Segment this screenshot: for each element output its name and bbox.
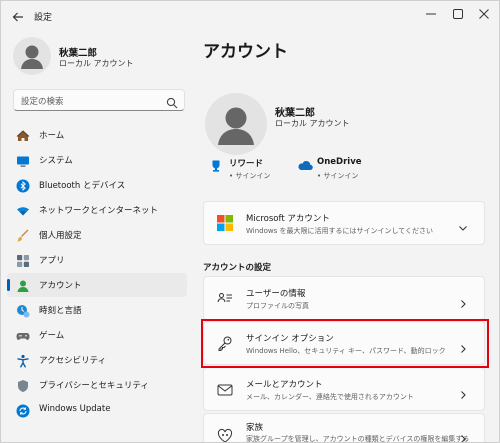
close-icon[interactable]: [469, 5, 499, 23]
sidebar-item-network[interactable]: ネットワークとインターネット: [7, 198, 187, 222]
accessibility-icon: [16, 353, 30, 368]
avatar: [13, 37, 51, 75]
microsoft-logo-icon: [217, 215, 233, 231]
microsoft-account-card[interactable]: Microsoft アカウント Windows を最大限に活用するにはサインイン…: [203, 201, 485, 245]
sidebar-item-label: ホーム: [39, 131, 65, 141]
email-accounts-card[interactable]: メールとアカウント メール、カレンダー、連絡先で使用されるアカウント: [203, 367, 485, 411]
minimize-icon[interactable]: [416, 5, 446, 23]
gamepad-icon: [16, 328, 30, 342]
sidebar-item-label: ネットワークとインターネット: [39, 206, 159, 216]
cloud-icon: [297, 158, 313, 172]
mail-icon: [217, 382, 233, 398]
wifi-icon: [16, 203, 30, 217]
card-title: ユーザーの情報: [246, 289, 306, 299]
bluetooth-icon: [16, 178, 30, 193]
sidebar-item-label: 時刻と言語: [39, 306, 82, 316]
sidebar-item-privacy[interactable]: プライバシーとセキュリティ: [7, 373, 187, 397]
brush-icon: [16, 228, 30, 242]
avatar: [205, 93, 267, 155]
sidebar-item-label: アプリ: [39, 256, 65, 266]
sidebar-item-label: アカウント: [39, 281, 82, 291]
sidebar-item-gaming[interactable]: ゲーム: [7, 323, 187, 347]
card-description: メール、カレンダー、連絡先で使用されるアカウント: [246, 393, 414, 401]
window-title: 設定: [34, 13, 53, 23]
active-indicator: [7, 279, 10, 291]
card-description: 家族グループを管理し、アカウントの種類とデバイスの権限を編集する: [246, 435, 470, 443]
service-name: リワード: [229, 159, 264, 169]
sidebar-item-windows-update[interactable]: Windows Update: [7, 398, 187, 422]
account-icon: [16, 278, 30, 292]
chevron-right-icon: [458, 385, 468, 399]
settings-window: 設定 秋葉二郎 ローカル アカウント 設定の検索 ホーム システム Blueto…: [0, 0, 500, 443]
chevron-right-icon: [458, 339, 468, 353]
card-description: プロファイルの写真: [246, 302, 309, 310]
card-title: Microsoft アカウント: [246, 214, 330, 224]
sign-in-options-card[interactable]: サインイン オプション Windows Hello、セキュリティ キー、パスワー…: [203, 321, 485, 365]
family-card[interactable]: 家族 家族グループを管理し、アカウントの種類とデバイスの権限を編集する: [203, 413, 485, 443]
page-title: アカウント: [203, 42, 288, 62]
profile-name: 秋葉二郎: [59, 48, 98, 59]
shield-icon: [16, 378, 30, 392]
sidebar-item-label: システム: [39, 156, 73, 166]
sidebar-item-label: Windows Update: [39, 404, 111, 414]
profile-account-type: ローカル アカウント: [59, 59, 134, 68]
your-info-card[interactable]: ユーザーの情報 プロファイルの写真: [203, 276, 485, 320]
sidebar-item-personalization[interactable]: 個人用設定: [7, 223, 187, 247]
home-icon: [16, 128, 30, 142]
sidebar-item-label: 個人用設定: [39, 231, 82, 241]
title-bar: 設定: [1, 1, 499, 31]
sidebar-item-system[interactable]: システム: [7, 148, 187, 172]
sidebar-item-time-language[interactable]: 時刻と言語: [7, 298, 187, 322]
user-name: 秋葉二郎: [275, 108, 315, 119]
contact-card-icon: [217, 290, 233, 306]
card-description: Windows Hello、セキュリティ キー、パスワード、動的ロック: [246, 347, 446, 355]
service-name: OneDrive: [317, 157, 362, 167]
apps-icon: [16, 253, 30, 267]
sidebar-item-label: ゲーム: [39, 331, 65, 341]
user-account-type: ローカル アカウント: [275, 119, 350, 128]
sidebar-item-accessibility[interactable]: アクセシビリティ: [7, 348, 187, 372]
sidebar-item-bluetooth[interactable]: Bluetooth とデバイス: [7, 173, 187, 197]
sidebar-item-label: プライバシーとセキュリティ: [39, 381, 149, 391]
card-title: メールとアカウント: [246, 380, 323, 390]
system-icon: [16, 153, 30, 167]
sidebar-item-label: Bluetooth とデバイス: [39, 181, 126, 191]
rewards-service[interactable]: リワード • サインイン: [209, 157, 289, 187]
chevron-right-icon: [458, 294, 468, 308]
sidebar-item-apps[interactable]: アプリ: [7, 248, 187, 272]
sidebar-profile[interactable]: 秋葉二郎 ローカル アカウント: [13, 37, 183, 77]
section-heading: アカウントの設定: [203, 263, 272, 273]
sidebar-item-home[interactable]: ホーム: [7, 123, 187, 147]
card-title: 家族: [246, 423, 264, 433]
service-status: • サインイン: [229, 172, 271, 180]
onedrive-service[interactable]: OneDrive • サインイン: [297, 157, 387, 187]
search-icon[interactable]: [166, 94, 178, 109]
card-description: Windows を最大限に活用するにはサインインしてください: [246, 227, 434, 235]
chevron-right-icon: [458, 429, 468, 442]
sidebar-item-label: アクセシビリティ: [39, 356, 107, 366]
chevron-down-icon[interactable]: [458, 218, 468, 231]
family-heart-icon: [217, 428, 233, 442]
back-arrow-icon[interactable]: [11, 9, 25, 23]
key-icon: [217, 335, 233, 351]
search-placeholder: 設定の検索: [21, 97, 64, 107]
update-icon: [16, 403, 30, 418]
time-language-icon: [16, 303, 30, 318]
search-input[interactable]: 設定の検索: [13, 89, 185, 111]
service-status: • サインイン: [317, 172, 359, 180]
card-title: サインイン オプション: [246, 334, 334, 344]
sidebar-item-accounts[interactable]: アカウント: [7, 273, 187, 297]
trophy-icon: [209, 158, 223, 172]
